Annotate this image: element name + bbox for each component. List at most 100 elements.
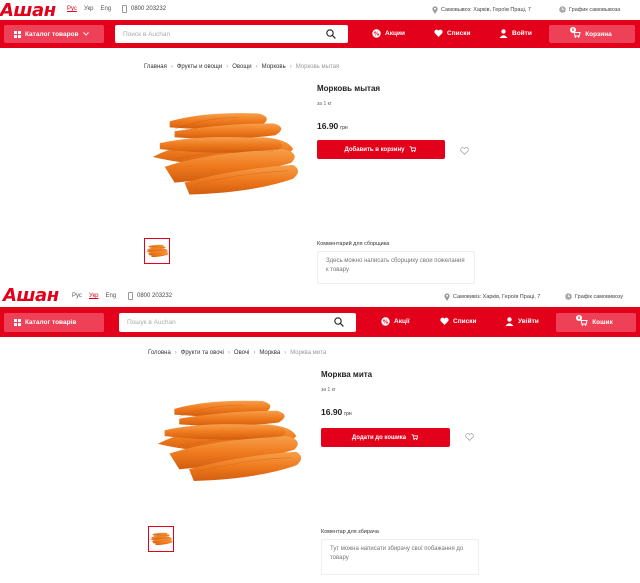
breadcrumb-home[interactable]: Головна [148, 350, 171, 356]
breadcrumb-separator: › [284, 350, 287, 356]
breadcrumb-separator: › [227, 350, 230, 356]
search-icon[interactable] [334, 317, 344, 327]
phone-number: 0800 203232 [137, 293, 173, 299]
user-icon [505, 317, 514, 326]
pickup-address[interactable]: Самовивіз: Харків, Героїв Праці, 7 [444, 293, 540, 301]
lang-en[interactable]: Eng [100, 6, 111, 12]
cart-icon [411, 434, 419, 441]
cart-button[interactable]: 0 Корзина [549, 25, 635, 43]
chevron-down-icon [82, 32, 89, 36]
screenshot-ukrainian: Ашан Рус Укр Eng 0800 203232 Самовивіз: … [0, 285, 640, 583]
search-icon[interactable] [326, 29, 336, 39]
nav-login[interactable]: Войти [499, 29, 532, 38]
lang-uk[interactable]: Укр [84, 6, 94, 12]
product-title: Морква мита [321, 370, 373, 379]
pickup-address[interactable]: Самовывоз: Харків, Героїв Праці, 7 [432, 6, 531, 14]
phone-icon [128, 292, 133, 300]
lang-ru[interactable]: Рус [72, 293, 82, 299]
product-image[interactable] [150, 385, 306, 497]
percent-icon [381, 317, 390, 326]
lang-uk[interactable]: Укр [89, 293, 99, 299]
logo-text: Ашан [0, 0, 56, 21]
grid-icon [14, 319, 21, 326]
product-title: Морковь мытая [317, 84, 381, 93]
nav-login-label: Войти [512, 30, 532, 37]
product-unit: за 1 кг [321, 387, 336, 393]
comment-field[interactable] [321, 539, 479, 575]
grid-icon [14, 30, 21, 38]
phone-icon [122, 5, 127, 13]
comment-label: Комментарий для сборщика [317, 241, 390, 247]
pickup-schedule[interactable]: Графік самовивозу [565, 293, 623, 300]
nav-promo[interactable]: Акции [372, 29, 405, 38]
breadcrumb-separator: › [253, 350, 256, 356]
add-to-cart-button[interactable]: Добавить в корзину [317, 140, 445, 159]
lang-ru[interactable]: Рус [67, 6, 77, 12]
nav-lists-label: Списки [447, 30, 471, 37]
cart-button[interactable]: 0 Кошик [556, 313, 636, 332]
breadcrumb-carrot[interactable]: Морква [259, 350, 280, 356]
add-to-cart-button[interactable]: Додати до кошика [321, 428, 450, 447]
search-input[interactable] [123, 25, 303, 43]
product-image[interactable] [145, 100, 303, 208]
breadcrumb-carrot[interactable]: Морковь [262, 64, 286, 70]
price-value: 16.90 [321, 407, 343, 417]
breadcrumb-separator: › [226, 64, 229, 70]
heart-icon [440, 317, 449, 325]
breadcrumb-current: Морковь мытая [295, 64, 340, 70]
price-value: 16.90 [317, 121, 339, 131]
nav-lists[interactable]: Списки [440, 317, 476, 326]
language-switcher: Рус Укр Eng [72, 293, 116, 299]
catalog-label: Каталог товарів [25, 319, 77, 326]
main-nav-bar: Каталог товаров Акции Списки Войти 0 Кор… [0, 20, 640, 48]
price-currency: грн [340, 125, 348, 131]
breadcrumb-current: Морква мита [290, 350, 327, 356]
user-icon [499, 29, 508, 38]
favorite-heart-icon[interactable] [460, 147, 469, 155]
price-currency: грн [344, 411, 352, 417]
breadcrumb-vegetables[interactable]: Овочі [234, 350, 249, 356]
top-bar: Ашан Рус Укр Eng 0800 203232 Самовывоз: … [0, 0, 640, 21]
location-pin-icon [444, 293, 450, 301]
pickup-schedule-text: Графік самовивозу [575, 293, 624, 300]
breadcrumb-vegetables[interactable]: Овощи [232, 64, 251, 70]
nav-lists[interactable]: Списки [434, 29, 470, 38]
pickup-schedule[interactable]: График самовывоза [559, 6, 620, 13]
product-unit: за 1 кг [317, 101, 332, 107]
logo-text: Ашан [3, 285, 59, 306]
product-price: 16.90 грн [317, 121, 348, 131]
breadcrumb: Головна › Фрукти та овочі › Овочі › Морк… [148, 350, 326, 356]
product-price: 16.90 грн [321, 407, 352, 417]
nav-login[interactable]: Увійти [505, 317, 539, 326]
catalog-button[interactable]: Каталог товарів [4, 313, 104, 332]
language-switcher: Рус Укр Eng [67, 6, 111, 12]
product-thumbnail[interactable] [148, 526, 174, 552]
comment-field[interactable] [317, 251, 475, 284]
auchan-logo[interactable]: Ашан [0, 0, 56, 21]
add-to-cart-label: Добавить в корзину [344, 146, 405, 153]
cart-label: Корзина [585, 30, 612, 38]
phone[interactable]: 0800 203232 [122, 5, 166, 13]
breadcrumb-separator: › [174, 350, 177, 356]
pickup-address-text: Самовивіз: Харків, Героїв Праці, 7 [453, 294, 541, 300]
auchan-logo[interactable]: Ашан [3, 285, 59, 306]
nav-promo[interactable]: Акції [381, 317, 410, 326]
favorite-heart-icon[interactable] [465, 433, 474, 441]
breadcrumb-fruits-vegetables[interactable]: Фрукти та овочі [181, 350, 224, 356]
pickup-address-text: Самовывоз: Харків, Героїв Праці, 7 [441, 7, 531, 13]
catalog-button[interactable]: Каталог товаров [4, 25, 104, 43]
comment-label: Коментар для збирача [321, 529, 379, 535]
nav-login-label: Увійти [518, 318, 539, 325]
main-nav-bar: Каталог товарів Акції Списки Увійти 0 Ко… [0, 307, 640, 337]
search-box [115, 25, 348, 43]
clock-icon [565, 293, 572, 300]
breadcrumb-fruits-vegetables[interactable]: Фрукты и овощи [177, 64, 222, 70]
screenshot-russian: Ашан Рус Укр Eng 0800 203232 Самовывоз: … [0, 0, 640, 285]
nav-promo-label: Акції [394, 318, 410, 325]
phone[interactable]: 0800 203232 [128, 292, 172, 300]
breadcrumb-home[interactable]: Главная [144, 64, 167, 70]
pickup-schedule-text: График самовывоза [569, 6, 621, 13]
product-thumbnail[interactable] [144, 238, 170, 264]
lang-en[interactable]: Eng [105, 293, 116, 299]
search-input[interactable] [127, 313, 307, 332]
